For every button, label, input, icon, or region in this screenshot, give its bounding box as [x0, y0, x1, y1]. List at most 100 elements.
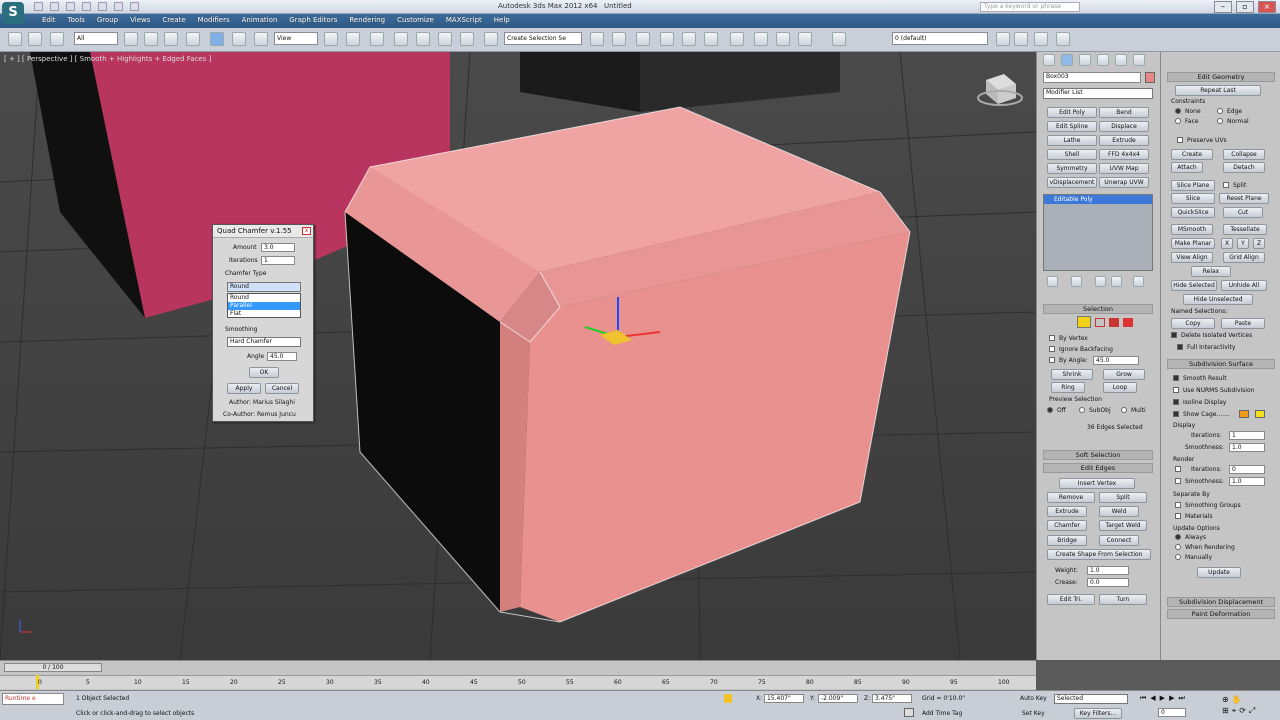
stack-item-editable-poly[interactable]: Editable Poly: [1044, 195, 1152, 204]
preview-multi-radio[interactable]: [1121, 407, 1127, 413]
ignore-backfacing-checkbox[interactable]: [1049, 346, 1055, 352]
fetch-icon[interactable]: [130, 2, 139, 11]
minimize-icon[interactable]: –: [1214, 1, 1232, 13]
unhide-all-button[interactable]: Unhide All: [1221, 280, 1267, 291]
edit-edges-rollout-header[interactable]: Edit Edges: [1043, 463, 1153, 473]
menu-graph-editors[interactable]: Graph Editors: [283, 16, 343, 24]
edit-poly-button[interactable]: Edit Poly: [1047, 107, 1097, 118]
subdivision-displacement-rollout-header[interactable]: Subdivision Displacement: [1167, 597, 1275, 607]
update-always-radio[interactable]: [1175, 534, 1181, 540]
menu-animation[interactable]: Animation: [236, 16, 284, 24]
edit-spline-button[interactable]: Edit Spline: [1047, 121, 1097, 132]
curve-editor-icon[interactable]: [682, 32, 696, 46]
bend-button[interactable]: Bend: [1099, 107, 1149, 118]
mirror-icon[interactable]: [590, 32, 604, 46]
layer-select[interactable]: 0 (default): [892, 32, 988, 45]
layers-icon[interactable]: [832, 32, 846, 46]
time-slider[interactable]: 0 / 100: [4, 663, 102, 672]
connect-button[interactable]: Connect: [1099, 535, 1139, 546]
hide-selected-button[interactable]: Hide Selected: [1171, 280, 1217, 291]
vdisplacement-button[interactable]: vDisplacement: [1047, 177, 1097, 188]
named-selection-set-select[interactable]: Create Selection Se: [504, 32, 582, 45]
display-smoothness-spinner[interactable]: 1.0: [1229, 443, 1265, 452]
make-unique-icon[interactable]: [1095, 276, 1106, 287]
menu-rendering[interactable]: Rendering: [343, 16, 391, 24]
paste-button[interactable]: Paste: [1221, 318, 1265, 329]
weight-spinner[interactable]: 1.0: [1087, 566, 1129, 575]
time-tag-icon[interactable]: [904, 708, 914, 717]
update-when-rendering-radio[interactable]: [1175, 544, 1181, 550]
turn-button[interactable]: Turn: [1099, 594, 1147, 605]
update-button[interactable]: Update: [1197, 567, 1241, 578]
cancel-button[interactable]: Cancel: [265, 383, 299, 394]
rectangular-selection-icon[interactable]: [164, 32, 178, 46]
select-rotate-icon[interactable]: [232, 32, 246, 46]
menu-group[interactable]: Group: [91, 16, 124, 24]
ok-button[interactable]: OK: [249, 367, 279, 378]
motion-tab-icon[interactable]: [1097, 54, 1109, 66]
hold-icon[interactable]: [114, 2, 123, 11]
dialog-close-icon[interactable]: x: [302, 227, 311, 235]
undo-icon[interactable]: [82, 2, 91, 11]
lathe-button[interactable]: Lathe: [1047, 135, 1097, 146]
spinner-snap-icon[interactable]: [460, 32, 474, 46]
new-layer-icon[interactable]: [996, 32, 1010, 46]
amount-spinner[interactable]: 3.0: [261, 243, 295, 252]
menu-help[interactable]: Help: [488, 16, 516, 24]
show-cage-checkbox[interactable]: [1173, 411, 1179, 417]
smooth-result-checkbox[interactable]: [1173, 375, 1179, 381]
bridge-button[interactable]: Bridge: [1047, 535, 1087, 546]
border-mode-icon[interactable]: [1109, 318, 1119, 327]
key-mode-select[interactable]: Selected: [1054, 694, 1128, 704]
display-tab-icon[interactable]: [1115, 54, 1127, 66]
by-vertex-checkbox[interactable]: [1049, 335, 1055, 341]
menu-customize[interactable]: Customize: [391, 16, 440, 24]
isoline-display-checkbox[interactable]: [1173, 399, 1179, 405]
update-manually-radio[interactable]: [1175, 554, 1181, 560]
grid-align-button[interactable]: Grid Align: [1223, 252, 1265, 263]
angle-snap-icon[interactable]: [416, 32, 430, 46]
option-parallel[interactable]: Parallel: [228, 302, 300, 310]
z-coordinate-field[interactable]: 3.475": [872, 694, 912, 703]
option-flat[interactable]: Flat: [228, 310, 300, 318]
redo-icon[interactable]: [98, 2, 107, 11]
collapse-button[interactable]: Collapse: [1223, 149, 1265, 160]
rendered-frame-icon[interactable]: [776, 32, 790, 46]
link-icon[interactable]: [8, 32, 22, 46]
planar-y-button[interactable]: Y: [1237, 238, 1249, 249]
material-editor-icon[interactable]: [730, 32, 744, 46]
graphite-toggle-icon[interactable]: [660, 32, 674, 46]
preview-subobj-radio[interactable]: [1079, 407, 1085, 413]
reset-plane-button[interactable]: Reset Plane: [1219, 193, 1269, 204]
select-in-layer-icon[interactable]: [1034, 32, 1048, 46]
selection-rollout-header[interactable]: Selection: [1043, 304, 1153, 314]
delete-isolated-checkbox[interactable]: [1171, 332, 1177, 338]
schematic-view-icon[interactable]: [704, 32, 718, 46]
select-scale-icon[interactable]: [254, 32, 268, 46]
show-end-result-icon[interactable]: [1071, 276, 1082, 287]
constraint-none-radio[interactable]: [1175, 108, 1181, 114]
align-icon[interactable]: [612, 32, 626, 46]
render-smoothness-checkbox[interactable]: [1175, 478, 1181, 484]
window-crossing-icon[interactable]: [186, 32, 200, 46]
object-name-field[interactable]: Box003: [1043, 72, 1141, 83]
snaps-toggle-icon[interactable]: [394, 32, 408, 46]
extrude-mod-button[interactable]: Extrude: [1099, 135, 1149, 146]
render-smoothness-spinner[interactable]: 1.0: [1229, 477, 1265, 486]
copy-button[interactable]: Copy: [1171, 318, 1215, 329]
preview-off-radio[interactable]: [1047, 407, 1053, 413]
menu-tools[interactable]: Tools: [62, 16, 91, 24]
display-iterations-spinner[interactable]: 1: [1229, 431, 1265, 440]
edit-named-selection-icon[interactable]: [484, 32, 498, 46]
render-production-icon[interactable]: [798, 32, 812, 46]
save-icon[interactable]: [66, 2, 75, 11]
attach-button[interactable]: Attach: [1171, 162, 1203, 173]
constraint-face-radio[interactable]: [1175, 118, 1181, 124]
x-coordinate-field[interactable]: 15.407": [764, 694, 804, 703]
percent-snap-icon[interactable]: [438, 32, 452, 46]
by-angle-spinner[interactable]: 45.0: [1093, 356, 1139, 365]
playback-controls[interactable]: ⏮◀▶▶⏭: [1140, 694, 1210, 705]
unlink-icon[interactable]: [28, 32, 42, 46]
keyboard-shortcut-icon[interactable]: [370, 32, 384, 46]
viewport-navigation-controls[interactable]: ⊕✋⊞⌖⟳⤢: [1222, 694, 1278, 718]
